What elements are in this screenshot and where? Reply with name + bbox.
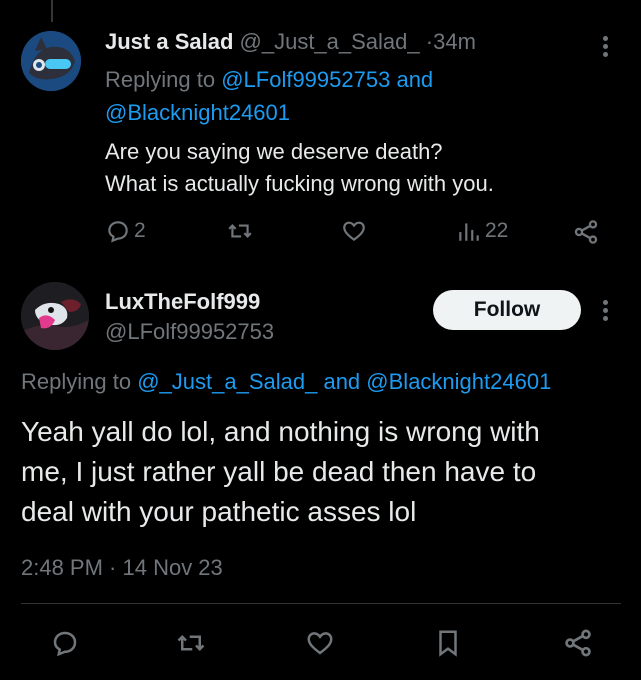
views-count: 22 [485,219,509,242]
reply-count: 2 [134,219,146,242]
like-button[interactable] [305,628,335,658]
handle[interactable]: @LFolf99952753 [105,317,274,347]
views-button[interactable]: 22 [456,218,508,244]
reply-icon [53,631,77,657]
mention-link[interactable]: @Blacknight24601 [366,369,551,394]
reply-button[interactable]: 2 [105,218,146,244]
views-icon [459,223,479,241]
mention-link[interactable]: @LFolf99952753 [221,67,390,92]
more-icon[interactable] [603,297,608,324]
display-name[interactable]: LuxTheFolf999 [105,287,274,317]
share-button[interactable] [572,218,600,246]
tweet-text-line: Yeah yall do lol, and nothing is wrong w… [21,416,540,447]
display-name[interactable]: Just a Salad [105,29,233,54]
like-button[interactable] [341,218,367,244]
tweet-timestamp[interactable]: 2:48 PM · 14 Nov 23 [21,555,223,581]
tweet-text-line: deal with your pathetic asses lol [21,496,417,527]
tweet-text-line: me, I just rather yall be dead then have… [21,456,537,487]
replying-and: and [396,67,434,92]
tweet-header: LuxTheFolf999 @LFolf99952753 [105,287,274,347]
mention-link[interactable]: @Blacknight24601 [105,100,290,125]
avatar[interactable] [21,282,89,350]
tweet-text: Yeah yall do lol, and nothing is wrong w… [21,412,621,532]
share-button[interactable] [562,627,594,659]
handle[interactable]: @_Just_a_Salad_ [240,29,420,54]
mention-link[interactable]: @_Just_a_Salad_ [137,369,317,394]
separator: · [425,29,434,54]
timestamp[interactable]: 34m [433,29,476,54]
replying-and: and [323,369,361,394]
tweet-text-line: Are you saying we deserve death? [105,139,443,164]
retweet-icon [177,634,205,652]
avatar[interactable] [21,31,81,91]
tweet-text: Are you saying we deserve death? What is… [105,136,494,200]
more-icon[interactable] [603,33,608,60]
like-icon [343,221,365,242]
thread-line [51,0,53,22]
reply-button[interactable] [50,628,80,658]
retweet-icon [228,224,252,238]
replying-label: Replying to [105,67,216,92]
share-icon [565,629,591,657]
reply-icon [108,221,128,243]
tweet-text-line: What is actually fucking wrong with you. [105,171,494,196]
share-icon [574,220,598,244]
replying-to: Replying to @_Just_a_Salad_ and @Blackni… [21,369,551,395]
retweet-button[interactable] [226,218,254,244]
tweet-header: Just a Salad @_Just_a_Salad_ ·34m [105,29,476,55]
follow-button[interactable]: Follow [433,290,581,330]
retweet-button[interactable] [175,628,207,658]
replying-label: Replying to [21,369,132,394]
bookmark-icon [439,630,457,657]
divider [21,603,621,604]
replying-to: Replying to @LFolf99952753 and @Blacknig… [105,63,525,129]
bookmark-button[interactable] [433,628,463,658]
like-icon [307,632,333,655]
